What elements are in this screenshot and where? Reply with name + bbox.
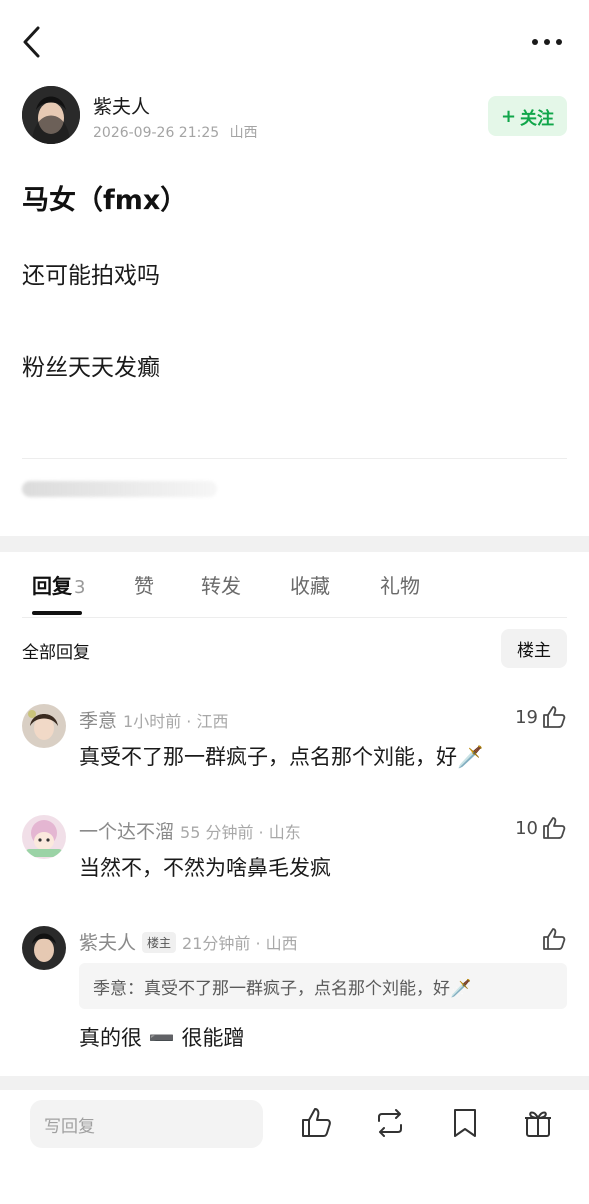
post-title: 马女（fmx） <box>22 185 188 216</box>
comment-header: 季意 1小时前 · 江西 <box>79 706 228 733</box>
comment-header: 一个达不溜 55 分钟前 · 山东 <box>79 817 301 844</box>
comment-text: 当然不，不然为啥鼻毛发疯 <box>79 856 331 880</box>
avatar-image <box>22 704 66 748</box>
comment-like-button[interactable]: 10 <box>515 815 567 841</box>
commenter-avatar[interactable] <box>22 815 66 859</box>
author-avatar[interactable] <box>22 86 80 144</box>
like-count: 19 <box>515 706 538 728</box>
thumbs-up-icon <box>302 1108 331 1137</box>
commenter-name[interactable]: 季意 <box>79 710 117 732</box>
tab-label: 回复 <box>32 574 72 598</box>
avatar-image <box>22 86 80 144</box>
chevron-left-icon <box>23 26 40 58</box>
all-replies-label[interactable]: 全部回复 <box>22 638 90 663</box>
repost-icon <box>378 1109 402 1137</box>
reply-input[interactable]: 写回复 <box>30 1100 263 1148</box>
tab-likes[interactable]: 赞 <box>134 570 154 599</box>
comment-like-button[interactable] <box>538 926 567 952</box>
blurred-text <box>22 481 217 497</box>
post-body-line: 粉丝天天发癫 <box>22 355 160 381</box>
divider <box>22 458 567 459</box>
tab-gifts[interactable]: 礼物 <box>380 570 420 599</box>
post-datetime: 2026-09-26 21:25 <box>93 125 220 141</box>
bookmark-icon <box>454 1109 476 1137</box>
quoted-comment: 季意：真受不了那一群疯子，点名那个刘能，好🗡️ <box>79 963 567 1009</box>
avatar-image <box>22 926 66 970</box>
like-count: 10 <box>515 817 538 839</box>
tab-reposts[interactable]: 转发 <box>201 570 241 599</box>
op-badge: 楼主 <box>142 932 177 953</box>
comment-meta: 1小时前 · 江西 <box>123 712 229 731</box>
back-button[interactable] <box>18 24 48 60</box>
tab-replies[interactable]: 回复 3 <box>32 570 85 599</box>
commenter-avatar[interactable] <box>22 704 66 748</box>
post-meta: 2026-09-26 21:25 山西 <box>93 122 258 142</box>
more-dots-icon <box>532 39 562 45</box>
author-name[interactable]: 紫夫人 <box>93 92 150 119</box>
op-only-button[interactable]: 楼主 <box>501 629 567 668</box>
active-tab-indicator <box>32 611 82 615</box>
bookmark-button[interactable] <box>449 1106 481 1140</box>
comment-text: 真受不了那一群疯子，点名那个刘能，好🗡️ <box>79 745 484 769</box>
commenter-avatar[interactable] <box>22 926 66 970</box>
avatar-image <box>22 815 66 859</box>
repost-button[interactable] <box>373 1106 407 1140</box>
post-body-line: 还可能拍戏吗 <box>22 263 160 289</box>
commenter-name[interactable]: 紫夫人 <box>79 932 136 954</box>
comment-text: 真的很 ➖ 很能蹭 <box>79 1026 245 1050</box>
follow-label: 关注 <box>520 108 555 129</box>
comment-meta: 21分钟前 · 山西 <box>182 934 298 953</box>
thumbs-up-icon <box>543 928 566 950</box>
post-location: 山西 <box>229 125 258 141</box>
comment-like-button[interactable]: 19 <box>515 704 567 730</box>
commenter-name[interactable]: 一个达不溜 <box>79 821 174 843</box>
thumbs-up-icon <box>543 817 566 839</box>
comment-meta: 55 分钟前 · 山东 <box>180 823 301 842</box>
comment-header: 紫夫人 楼主 21分钟前 · 山西 <box>79 928 298 955</box>
tab-count: 3 <box>74 577 86 598</box>
like-post-button[interactable] <box>300 1106 332 1140</box>
tab-favorites[interactable]: 收藏 <box>290 570 330 599</box>
more-button[interactable] <box>529 30 565 54</box>
thumbs-up-icon <box>543 706 566 728</box>
plus-icon: + <box>500 105 517 127</box>
section-separator <box>0 536 589 552</box>
follow-button[interactable]: + 关注 <box>488 96 567 136</box>
gift-button[interactable] <box>522 1106 554 1140</box>
divider <box>22 617 567 618</box>
gift-icon <box>525 1111 551 1137</box>
section-separator <box>0 1076 589 1090</box>
